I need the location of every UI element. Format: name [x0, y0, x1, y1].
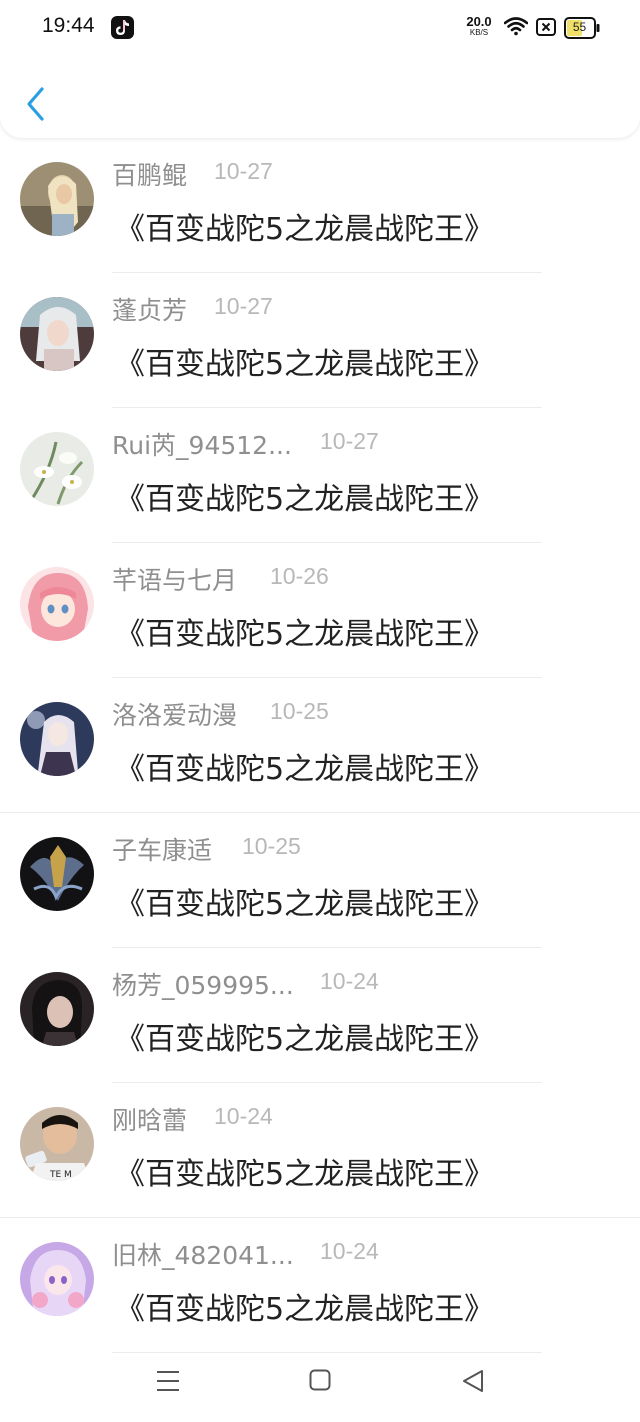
comment-date: 10-24 — [214, 1103, 273, 1129]
avatar[interactable] — [20, 297, 94, 371]
wifi-icon — [503, 16, 529, 40]
username[interactable]: 杨芳_059995... — [112, 966, 294, 1002]
system-nav-bar — [0, 1345, 640, 1422]
divider — [112, 1352, 542, 1353]
no-sim-icon — [536, 18, 556, 40]
header-card: 19:44 20.0 KB/S 55 — [0, 0, 640, 138]
comment-text: 《百变战陀5之龙晨战陀王》 — [115, 482, 495, 517]
network-speed: 20.0 KB/S — [463, 15, 495, 37]
svg-text:TE M: TE M — [49, 1170, 72, 1180]
avatar[interactable]: TE M — [20, 1107, 94, 1181]
comment-text: 《百变战陀5之龙晨战陀王》 — [115, 1292, 495, 1327]
status-time: 19:44 — [42, 14, 95, 37]
home-square-icon — [309, 1369, 331, 1391]
avatar[interactable] — [20, 972, 94, 1046]
comment-text: 《百变战陀5之龙晨战陀王》 — [115, 752, 495, 787]
comment-date: 10-25 — [270, 698, 329, 724]
comment-text: 《百变战陀5之龙晨战陀王》 — [115, 887, 495, 922]
comment-text: 《百变战陀5之龙晨战陀王》 — [115, 1157, 495, 1192]
comment-date: 10-24 — [320, 968, 379, 994]
comment-item[interactable]: 百鹏鲲 10-27 《百变战陀5之龙晨战陀王》 — [0, 138, 640, 273]
username[interactable]: 芊语与七月 — [112, 561, 237, 597]
username[interactable]: 子车康适 — [112, 831, 212, 867]
avatar[interactable] — [20, 1242, 94, 1316]
username[interactable]: 蓬贞芳 — [112, 291, 187, 327]
comment-text: 《百变战陀5之龙晨战陀王》 — [115, 212, 495, 247]
username[interactable]: 洛洛爱动漫 — [112, 696, 237, 732]
comment-item[interactable]: 洛洛爱动漫 10-25 《百变战陀5之龙晨战陀王》 — [0, 678, 640, 813]
network-speed-value: 20.0 — [466, 14, 492, 29]
comment-item[interactable]: 旧林_482041... 10-24 《百变战陀5之龙晨战陀王》 — [0, 1218, 640, 1353]
chevron-left-icon — [27, 87, 44, 121]
comment-date: 10-24 — [320, 1238, 379, 1264]
network-speed-unit: KB/S — [469, 28, 489, 37]
comment-date: 10-27 — [214, 293, 273, 319]
avatar[interactable] — [20, 567, 94, 641]
username[interactable]: 旧林_482041... — [112, 1236, 294, 1272]
comment-item[interactable]: Rui芮_94512... 10-27 《百变战陀5之龙晨战陀王》 — [0, 408, 640, 543]
status-bar: 19:44 20.0 KB/S 55 — [0, 0, 640, 56]
comment-text: 《百变战陀5之龙晨战陀王》 — [115, 1022, 495, 1057]
screen: 百鹏鲲 10-27 《百变战陀5之龙晨战陀王》 蓬贞芳 10-27 《百变战陀5… — [0, 0, 640, 1422]
avatar[interactable] — [20, 432, 94, 506]
avatar[interactable] — [20, 837, 94, 911]
username[interactable]: Rui芮_94512... — [112, 426, 292, 462]
comment-text: 《百变战陀5之龙晨战陀王》 — [115, 617, 495, 652]
comment-item[interactable]: 杨芳_059995... 10-24 《百变战陀5之龙晨战陀王》 — [0, 948, 640, 1083]
comment-item[interactable]: TE M 刚晗蕾 10-24 《百变战陀5之龙晨战陀王》 — [0, 1083, 640, 1218]
tiktok-icon — [111, 16, 134, 39]
comment-item[interactable]: 蓬贞芳 10-27 《百变战陀5之龙晨战陀王》 — [0, 273, 640, 408]
menu-button[interactable] — [156, 1369, 180, 1397]
battery-level: 55 — [572, 20, 587, 34]
comment-date: 10-27 — [214, 158, 273, 184]
system-back-button[interactable] — [461, 1369, 485, 1397]
back-button[interactable] — [14, 80, 58, 128]
avatar[interactable] — [20, 162, 94, 236]
comment-text: 《百变战陀5之龙晨战陀王》 — [115, 347, 495, 382]
back-triangle-icon — [463, 1370, 483, 1392]
comment-item[interactable]: 芊语与七月 10-26 《百变战陀5之龙晨战陀王》 — [0, 543, 640, 678]
avatar[interactable] — [20, 702, 94, 776]
menu-icon — [157, 1371, 179, 1391]
comment-item[interactable]: 子车康适 10-25 《百变战陀5之龙晨战陀王》 — [0, 813, 640, 948]
comment-date: 10-27 — [320, 428, 379, 454]
comment-date: 10-26 — [270, 563, 329, 589]
home-button[interactable] — [309, 1369, 331, 1395]
username[interactable]: 刚晗蕾 — [112, 1101, 187, 1137]
username[interactable]: 百鹏鲲 — [112, 156, 187, 192]
comment-date: 10-25 — [242, 833, 301, 859]
